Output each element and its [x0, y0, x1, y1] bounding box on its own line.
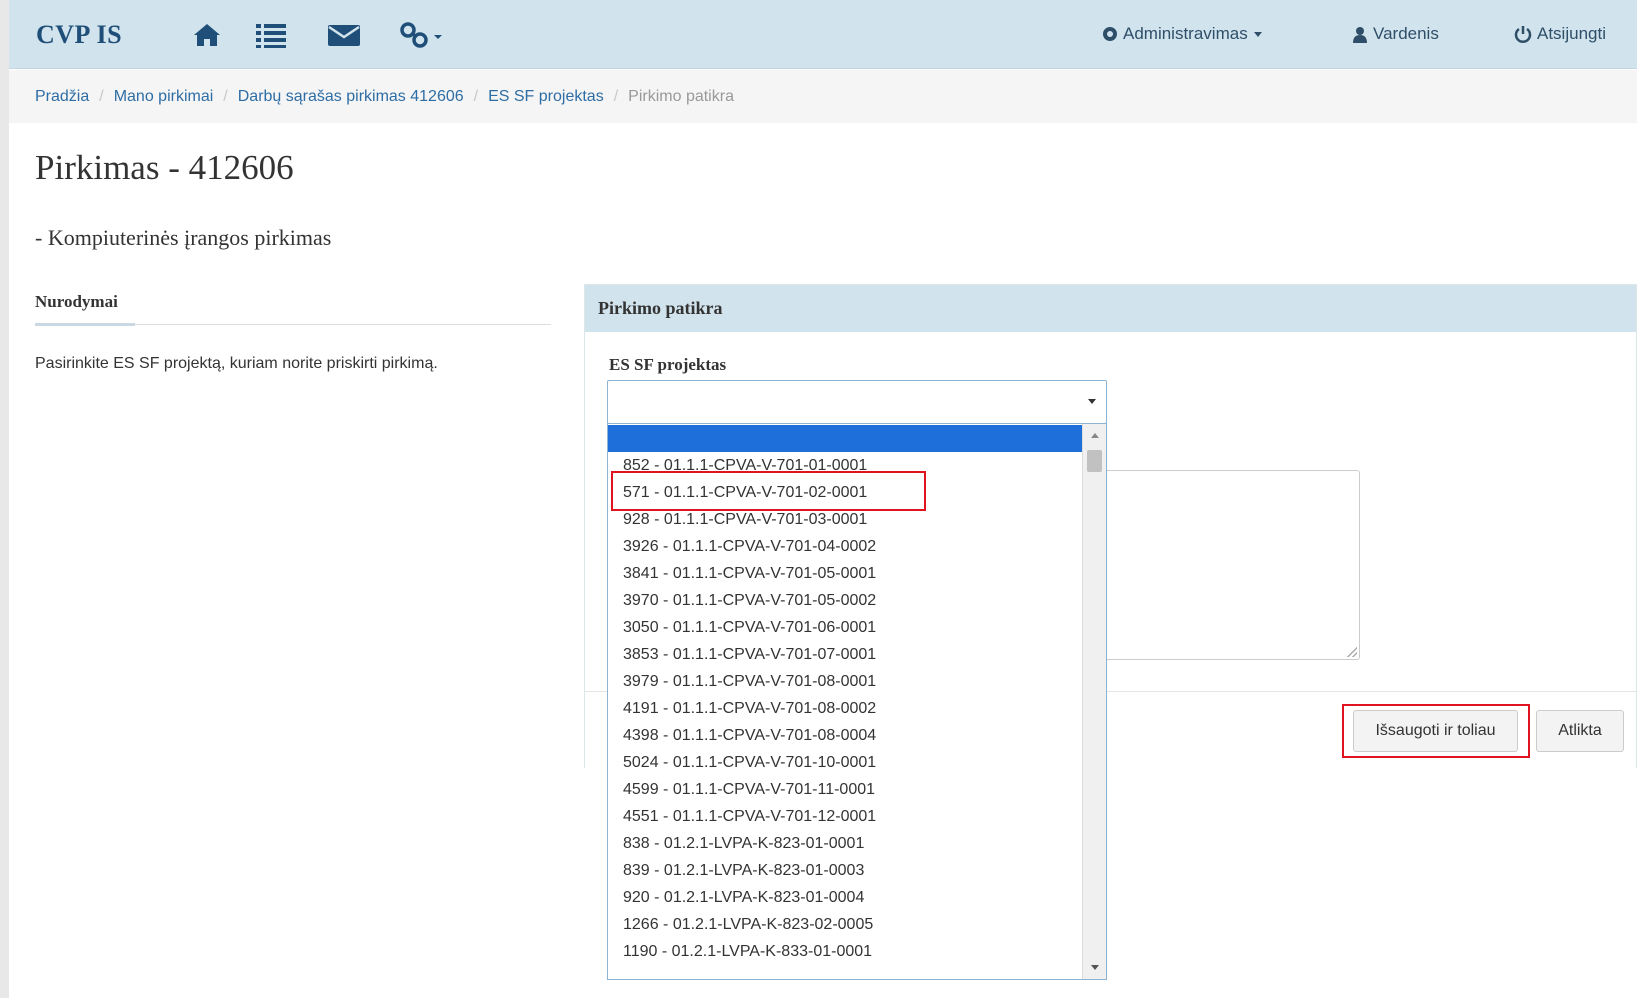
dropdown-option[interactable]: 3841 - 01.1.1-CPVA-V-701-05-0001 — [608, 560, 1083, 587]
dropdown-option[interactable]: 4599 - 01.1.1-CPVA-V-701-11-0001 — [608, 776, 1083, 803]
breadcrumb-separator: / — [473, 87, 479, 105]
dropdown-option[interactable]: 1266 - 01.2.1-LVPA-K-823-02-0005 — [608, 911, 1083, 938]
dropdown-option[interactable]: 3979 - 01.1.1-CPVA-V-701-08-0001 — [608, 668, 1083, 695]
dropdown-option[interactable]: 4551 - 01.1.1-CPVA-V-701-12-0001 — [608, 803, 1083, 830]
breadcrumb-separator: / — [223, 87, 228, 105]
resize-handle[interactable] — [1347, 647, 1357, 657]
power-icon — [1514, 25, 1532, 43]
page: CVP IS Administravimas Vardenis Atsijung… — [9, 0, 1637, 998]
done-button[interactable]: Atlikta — [1536, 710, 1624, 752]
dropdown-scrollbar[interactable] — [1082, 424, 1106, 979]
breadcrumb-current: Pirkimo patikra — [628, 87, 734, 105]
instructions-heading: Nurodymai — [35, 292, 118, 311]
user-menu[interactable]: Vardenis — [1352, 24, 1439, 44]
save-button-highlight — [1342, 704, 1530, 758]
instructions-text: Pasirinkite ES SF projektą, kuriam norit… — [35, 355, 438, 372]
list-icon[interactable] — [255, 20, 287, 50]
project-select[interactable] — [607, 380, 1107, 424]
divider-accent — [35, 323, 135, 326]
admin-menu-label: Administravimas — [1123, 24, 1248, 43]
envelope-icon[interactable] — [327, 20, 361, 50]
scroll-up-icon[interactable] — [1091, 433, 1099, 438]
brand-logo[interactable]: CVP IS — [36, 20, 122, 50]
comment-textarea[interactable] — [1099, 470, 1360, 660]
gear-icon — [1102, 26, 1118, 42]
caret-down-icon — [1088, 399, 1096, 404]
dropdown-option[interactable]: 839 - 01.2.1-LVPA-K-823-01-0003 — [608, 857, 1083, 884]
home-icon[interactable] — [192, 20, 222, 50]
page-title: Pirkimas - 412606 — [35, 148, 294, 187]
dropdown-option[interactable]: 3050 - 01.1.1-CPVA-V-701-06-0001 — [608, 614, 1083, 641]
dropdown-option[interactable]: 3970 - 01.1.1-CPVA-V-701-05-0002 — [608, 587, 1083, 614]
breadcrumb-item[interactable]: Darbų sąrašas pirkimas 412606 — [238, 88, 464, 106]
dropdown-option[interactable]: 3926 - 01.1.1-CPVA-V-701-04-0002 — [608, 533, 1083, 560]
dropdown-option[interactable]: 3853 - 01.1.1-CPVA-V-701-07-0001 — [608, 641, 1083, 668]
scroll-thumb[interactable] — [1087, 450, 1102, 472]
page-subtitle: - Kompiuterinės įrangos pirkimas — [35, 225, 332, 250]
logout-link[interactable]: Atsijungti — [1514, 24, 1606, 44]
breadcrumb-item[interactable]: Pradžia — [35, 88, 89, 106]
user-name: Vardenis — [1373, 24, 1439, 43]
panel-heading: Pirkimo patikra — [585, 285, 1636, 332]
dropdown-option[interactable]: 4191 - 01.1.1-CPVA-V-701-08-0002 — [608, 695, 1083, 722]
dropdown-option[interactable]: 4398 - 01.1.1-CPVA-V-701-08-0004 — [608, 722, 1083, 749]
breadcrumb-item[interactable]: Mano pirkimai — [114, 88, 214, 106]
dropdown-option[interactable]: 5024 - 01.1.1-CPVA-V-701-10-0001 — [608, 749, 1083, 776]
scroll-down-icon[interactable] — [1091, 965, 1099, 970]
option-highlight-box — [611, 471, 926, 511]
dropdown-option[interactable]: 838 - 01.2.1-LVPA-K-823-01-0001 — [608, 830, 1083, 857]
breadcrumb-separator: / — [613, 87, 619, 105]
project-field-label: ES SF projektas — [609, 355, 727, 374]
caret-down-icon — [1253, 30, 1263, 38]
user-icon — [1352, 26, 1368, 43]
dropdown-option[interactable]: 1190 - 01.2.1-LVPA-K-833-01-0001 — [608, 938, 1083, 965]
logout-label: Atsijungti — [1537, 24, 1606, 43]
dropdown-option[interactable] — [608, 425, 1083, 452]
admin-menu[interactable]: Administravimas — [1102, 24, 1263, 44]
breadcrumb: Pradžia / Mano pirkimai / Darbų sąrašas … — [9, 70, 1637, 123]
link-icon[interactable] — [399, 20, 449, 50]
breadcrumb-separator: / — [99, 87, 104, 105]
top-navbar: CVP IS Administravimas Vardenis Atsijung… — [9, 0, 1637, 69]
breadcrumb-item[interactable]: ES SF projektas — [488, 88, 604, 106]
dropdown-option[interactable]: 920 - 01.2.1-LVPA-K-823-01-0004 — [608, 884, 1083, 911]
